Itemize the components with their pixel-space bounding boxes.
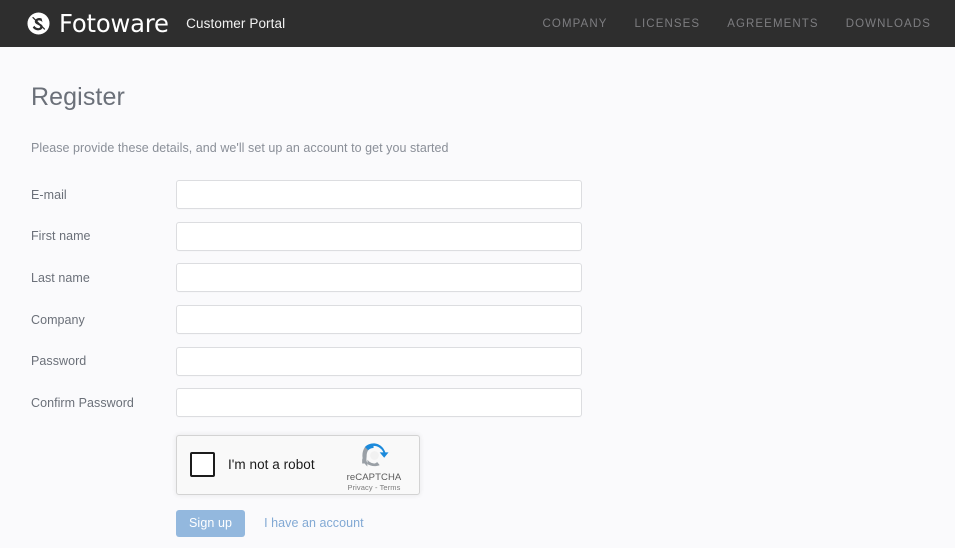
form-row-confirm-password: Confirm Password	[31, 382, 955, 424]
form-row-last-name: Last name	[31, 257, 955, 299]
label-confirm-password: Confirm Password	[31, 395, 134, 410]
sign-up-button[interactable]: Sign up	[176, 509, 246, 537]
nav-item-agreements[interactable]: AGREEMENTS	[727, 18, 819, 30]
password-input[interactable]	[176, 346, 582, 376]
brand-logo-link[interactable]: Fotoware	[27, 11, 172, 36]
captcha-row: I'm not a robot reCAPTCHA Privacy - Term…	[31, 424, 955, 495]
form-row-email: E-mail	[31, 174, 955, 216]
recaptcha-widget[interactable]: I'm not a robot reCAPTCHA Privacy - Term…	[176, 434, 420, 495]
i-have-an-account-link[interactable]: I have an account	[264, 516, 364, 530]
label-password: Password	[31, 354, 87, 369]
company-input[interactable]	[176, 305, 582, 335]
label-company: Company	[31, 312, 85, 327]
recaptcha-branding: reCAPTCHA Privacy - Terms	[338, 440, 410, 492]
label-email: E-mail	[31, 187, 67, 202]
page-title: Register	[31, 83, 125, 111]
brand: Fotoware Customer Portal	[27, 11, 285, 36]
nav-item-downloads[interactable]: DOWNLOADS	[846, 18, 931, 30]
form-row-first-name: First name	[31, 216, 955, 258]
label-last-name: Last name	[31, 270, 90, 285]
page-content: Register Please provide these details, a…	[0, 47, 955, 537]
recaptcha-label: I'm not a robot	[228, 457, 315, 473]
actions-row: Sign up I have an account	[31, 495, 955, 537]
nav-item-company[interactable]: COMPANY	[543, 18, 608, 30]
site-header: Fotoware Customer Portal COMPANY LICENSE…	[0, 0, 955, 47]
recaptcha-checkbox[interactable]	[190, 452, 215, 478]
recaptcha-logo-icon	[359, 440, 390, 471]
brand-name: Fotoware	[59, 9, 169, 38]
email-input[interactable]	[176, 180, 582, 210]
fotoware-swirl-logo-icon	[27, 12, 50, 35]
top-navigation: COMPANY LICENSES AGREEMENTS DOWNLOADS	[543, 18, 942, 30]
captcha-spacer	[31, 435, 176, 495]
form-row-company: Company	[31, 299, 955, 341]
form-row-password: Password	[31, 340, 955, 382]
nav-item-licenses[interactable]: LICENSES	[635, 18, 701, 30]
page-subtitle: Please provide these details, and we'll …	[31, 141, 449, 155]
recaptcha-brand-name: reCAPTCHA	[346, 471, 402, 483]
register-form: E-mail First name Last name Company Pass…	[31, 174, 955, 537]
portal-label: Customer Portal	[186, 15, 286, 31]
recaptcha-legal[interactable]: Privacy - Terms	[338, 483, 410, 492]
label-first-name: First name	[31, 229, 91, 244]
last-name-input[interactable]	[176, 263, 582, 293]
first-name-input[interactable]	[176, 221, 582, 251]
confirm-password-input[interactable]	[176, 388, 582, 418]
